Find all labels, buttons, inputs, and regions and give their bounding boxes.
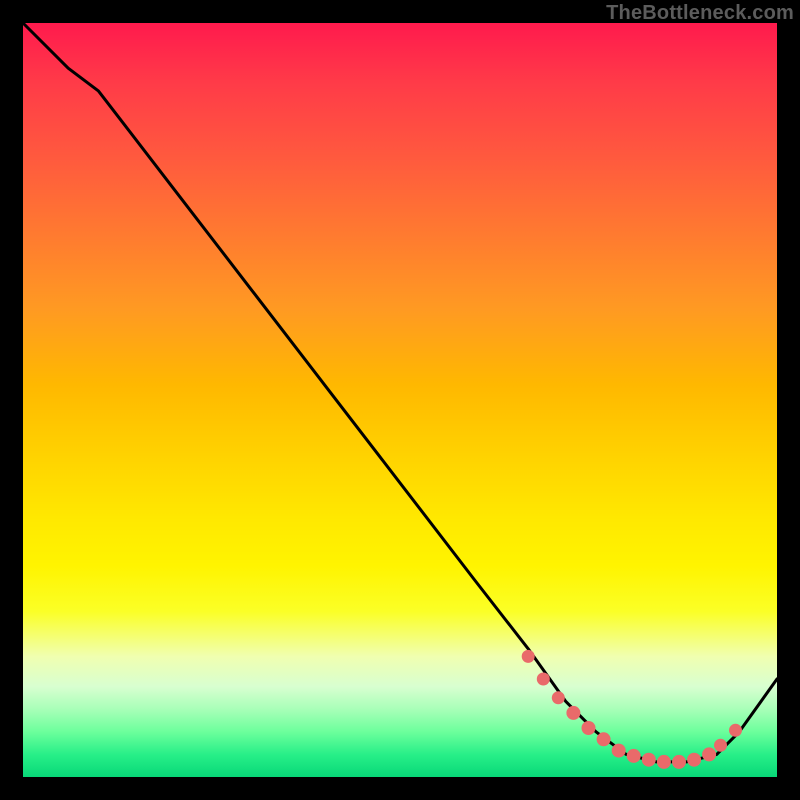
highlight-marker: [657, 755, 671, 769]
attribution-watermark: TheBottleneck.com: [606, 2, 794, 25]
highlight-marker: [702, 747, 716, 761]
highlight-marker: [672, 755, 686, 769]
curve-layer: [23, 23, 777, 762]
bottleneck-curve: [23, 23, 777, 762]
highlight-marker: [582, 721, 596, 735]
highlight-marker: [627, 749, 641, 763]
highlight-marker: [552, 691, 565, 704]
highlight-marker: [522, 650, 535, 663]
highlight-marker: [612, 744, 626, 758]
highlight-marker: [642, 753, 656, 767]
highlight-marker: [687, 753, 701, 767]
highlight-marker: [537, 673, 550, 686]
highlight-marker: [566, 706, 580, 720]
marker-layer: [522, 650, 742, 769]
chart-frame: [23, 23, 777, 777]
highlight-marker: [729, 724, 742, 737]
chart-svg: [23, 23, 777, 777]
highlight-marker: [714, 739, 727, 752]
highlight-marker: [597, 732, 611, 746]
